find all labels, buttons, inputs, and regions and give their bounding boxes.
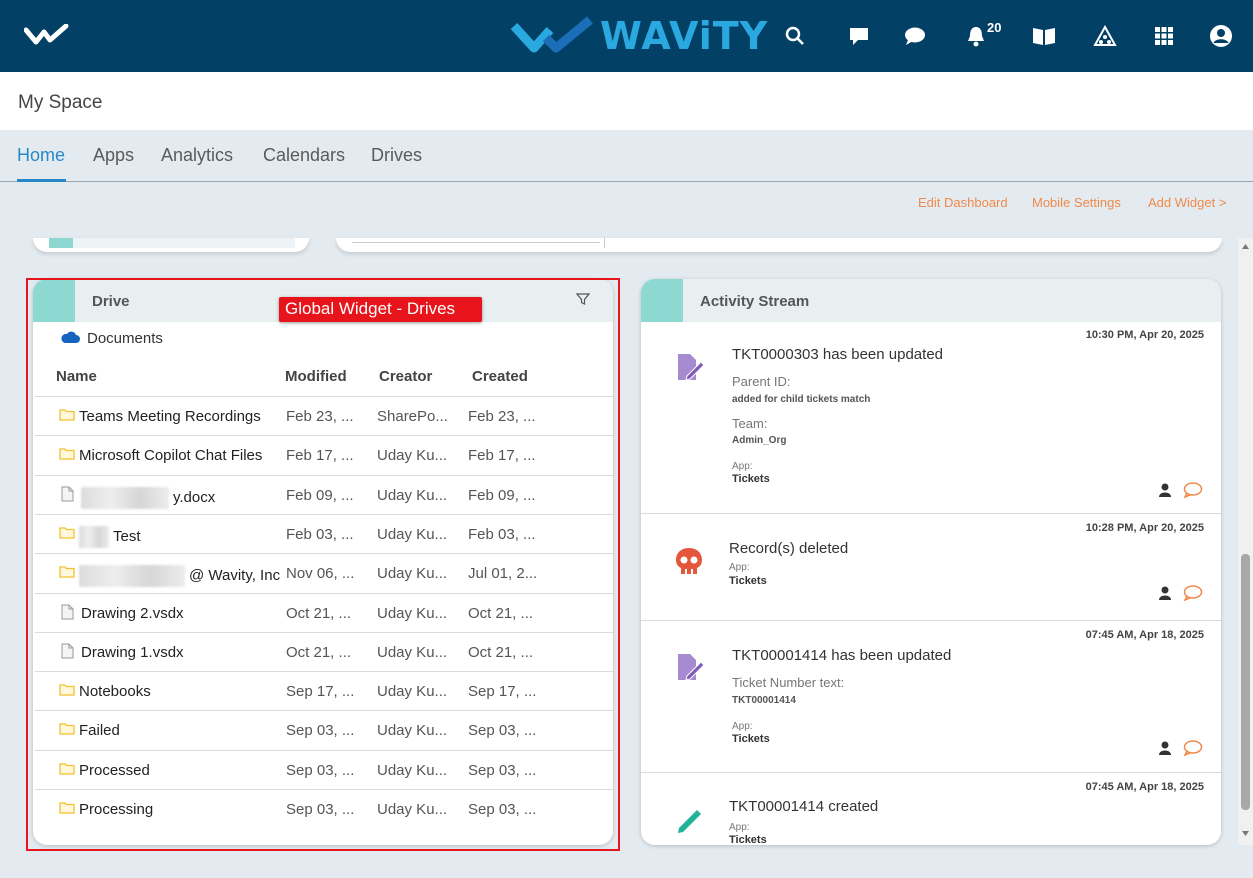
- activity-item[interactable]: 07:45 AM, Apr 18, 2025 TKT00001414 has b…: [641, 620, 1221, 772]
- widget-cutoff-right: [336, 238, 1222, 252]
- scroll-down-icon[interactable]: [1241, 830, 1250, 837]
- add-widget-link[interactable]: Add Widget >: [1148, 195, 1226, 210]
- activity-title: TKT00001414 has been updated: [732, 647, 952, 664]
- activity-app-value: Tickets: [732, 473, 770, 485]
- page-scrollbar[interactable]: [1238, 238, 1253, 845]
- page-title: My Space: [18, 92, 103, 113]
- brand-mark-icon: [510, 16, 593, 53]
- active-tab-indicator: [17, 179, 66, 182]
- pencil-icon: [675, 804, 705, 839]
- top-bar: WAViTY 20: [0, 0, 1253, 72]
- callout-label: Global Widget - Drives: [279, 297, 482, 322]
- activity-item[interactable]: 07:45 AM, Apr 18, 2025 TKT00001414 creat…: [641, 772, 1221, 845]
- activity-item[interactable]: 10:28 PM, Apr 20, 2025 Record(s) deleted…: [641, 513, 1221, 620]
- person-icon[interactable]: [1159, 741, 1171, 755]
- activity-field-value: added for child tickets match: [732, 394, 871, 405]
- activity-time: 10:30 PM, Apr 20, 2025: [1085, 329, 1204, 341]
- edit-dashboard-link[interactable]: Edit Dashboard: [918, 195, 1008, 210]
- edit-document-icon: [675, 652, 705, 687]
- app-logo-icon[interactable]: [23, 23, 72, 53]
- widget-cutoff-left: [33, 238, 309, 252]
- scrollbar-thumb[interactable]: [1241, 554, 1250, 810]
- page-header: My Space: [0, 72, 1253, 130]
- grid-icon[interactable]: [1150, 22, 1178, 50]
- search-icon[interactable]: [781, 22, 809, 50]
- scroll-up-icon[interactable]: [1241, 243, 1250, 250]
- brand-logo: WAViTY: [510, 14, 768, 58]
- activity-app-value: Tickets: [732, 733, 770, 745]
- person-icon[interactable]: [1159, 586, 1171, 600]
- activity-app-value: Tickets: [729, 834, 767, 845]
- user-icon[interactable]: [1207, 22, 1235, 50]
- highlight-box: [26, 278, 620, 851]
- bell-icon[interactable]: [962, 22, 990, 50]
- activity-item[interactable]: 10:30 PM, Apr 20, 2025 TKT0000303 has be…: [641, 322, 1221, 513]
- nav-tabs: Home Apps Analytics Calendars Drives: [0, 130, 1253, 182]
- chat-square-icon[interactable]: [845, 22, 873, 50]
- activity-time: 07:45 AM, Apr 18, 2025: [1085, 629, 1204, 641]
- skull-icon: [675, 547, 703, 582]
- tab-calendars[interactable]: Calendars: [263, 145, 345, 166]
- activity-field-label: Ticket Number text:: [732, 675, 845, 690]
- network-icon[interactable]: [1091, 22, 1119, 50]
- activity-title: Record(s) deleted: [729, 540, 849, 557]
- activity-title: TKT0000303 has been updated: [732, 346, 944, 363]
- activity-field-value: Admin_Org: [732, 435, 787, 446]
- book-icon[interactable]: [1030, 22, 1058, 50]
- comment-icon[interactable]: [1183, 585, 1203, 601]
- activity-app-value: Tickets: [729, 575, 767, 587]
- activity-app-label: App:: [729, 822, 750, 833]
- tab-apps[interactable]: Apps: [93, 145, 134, 166]
- brand-name: WAViTY: [600, 14, 769, 58]
- tab-analytics[interactable]: Analytics: [161, 145, 233, 166]
- mobile-settings-link[interactable]: Mobile Settings: [1032, 195, 1121, 210]
- activity-time: 07:45 AM, Apr 18, 2025: [1085, 781, 1204, 793]
- activity-widget-header: Activity Stream: [641, 279, 1221, 322]
- comment-icon[interactable]: [1183, 740, 1203, 756]
- activity-app-label: App:: [732, 461, 753, 472]
- activity-field-value: TKT00001414: [732, 695, 796, 706]
- tab-drives[interactable]: Drives: [371, 145, 422, 166]
- notification-count: 20: [987, 20, 1002, 35]
- comment-icon[interactable]: [1183, 482, 1203, 498]
- activity-time: 10:28 PM, Apr 20, 2025: [1085, 522, 1204, 534]
- activity-field-label: Parent ID:: [732, 374, 791, 389]
- edit-document-icon: [675, 352, 705, 387]
- activity-title: TKT00001414 created: [729, 798, 879, 815]
- activity-app-label: App:: [729, 562, 750, 573]
- activity-widget-title: Activity Stream: [700, 293, 810, 310]
- tab-home[interactable]: Home: [17, 145, 65, 166]
- activity-field-label: Team:: [732, 416, 768, 431]
- person-icon[interactable]: [1159, 483, 1171, 497]
- activity-app-label: App:: [732, 721, 753, 732]
- chat-bubble-icon[interactable]: [901, 22, 929, 50]
